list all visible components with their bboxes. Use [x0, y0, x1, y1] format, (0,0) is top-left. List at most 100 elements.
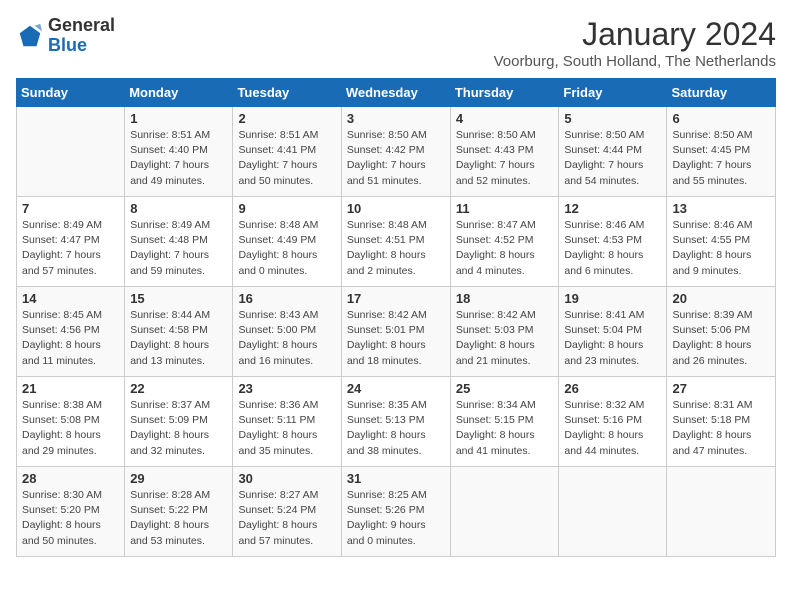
calendar-week-row: 1 Sunrise: 8:51 AMSunset: 4:40 PMDaylight… — [17, 107, 776, 197]
calendar-day-cell — [450, 467, 559, 557]
calendar-day-cell: 23 Sunrise: 8:36 AMSunset: 5:11 PMDayligh… — [233, 377, 341, 467]
weekday-header-cell: Wednesday — [341, 79, 450, 107]
calendar-day-cell: 19Sunrise: 8:41 AMSunset: 5:04 PMDayligh… — [559, 287, 667, 377]
day-info: Sunrise: 8:34 AMSunset: 5:15 PMDaylight:… — [456, 398, 554, 459]
day-info: Sunrise: 8:38 AMSunset: 5:08 PMDaylight:… — [22, 398, 119, 459]
logo-text: General Blue — [48, 16, 115, 56]
day-number: 5 — [564, 111, 661, 126]
day-number: 17 — [347, 291, 445, 306]
day-info: Sunrise: 8:35 AMSunset: 5:13 PMDaylight:… — [347, 398, 445, 459]
weekday-header-cell: Friday — [559, 79, 667, 107]
day-number: 15 — [130, 291, 227, 306]
calendar-table: SundayMondayTuesdayWednesdayThursdayFrid… — [16, 78, 776, 557]
day-number: 19 — [564, 291, 661, 306]
day-number: 28 — [22, 471, 119, 486]
day-number: 18 — [456, 291, 554, 306]
day-info: Sunrise: 8:46 AMSunset: 4:53 PMDaylight:… — [564, 218, 661, 279]
calendar-day-cell: 8 Sunrise: 8:49 AMSunset: 4:48 PMDaylight… — [125, 197, 233, 287]
calendar-day-cell: 31 Sunrise: 8:25 AMSunset: 5:26 PMDayligh… — [341, 467, 450, 557]
day-info: Sunrise: 8:36 AMSunset: 5:11 PMDaylight:… — [238, 398, 335, 459]
day-info: Sunrise: 8:46 AMSunset: 4:55 PMDaylight:… — [672, 218, 770, 279]
calendar-day-cell: 11 Sunrise: 8:47 AMSunset: 4:52 PMDayligh… — [450, 197, 559, 287]
day-info: Sunrise: 8:27 AMSunset: 5:24 PMDaylight:… — [238, 488, 335, 549]
day-number: 6 — [672, 111, 770, 126]
calendar-day-cell: 2Sunrise: 8:51 AMSunset: 4:41 PMDaylight… — [233, 107, 341, 197]
calendar-day-cell: 30 Sunrise: 8:27 AMSunset: 5:24 PMDayligh… — [233, 467, 341, 557]
day-info: Sunrise: 8:47 AMSunset: 4:52 PMDaylight:… — [456, 218, 554, 279]
calendar-day-cell: 20 Sunrise: 8:39 AMSunset: 5:06 PMDayligh… — [667, 287, 776, 377]
calendar-subtitle: Voorburg, South Holland, The Netherlands — [494, 53, 776, 70]
day-info: Sunrise: 8:48 AMSunset: 4:51 PMDaylight:… — [347, 218, 445, 279]
day-number: 27 — [672, 381, 770, 396]
weekday-header-cell: Sunday — [17, 79, 125, 107]
day-info: Sunrise: 8:42 AMSunset: 5:01 PMDaylight:… — [347, 308, 445, 369]
day-number: 31 — [347, 471, 445, 486]
day-info: Sunrise: 8:39 AMSunset: 5:06 PMDaylight:… — [672, 308, 770, 369]
calendar-day-cell — [667, 467, 776, 557]
day-number: 26 — [564, 381, 661, 396]
day-info: Sunrise: 8:31 AMSunset: 5:18 PMDaylight:… — [672, 398, 770, 459]
calendar-day-cell: 14 Sunrise: 8:45 AMSunset: 4:56 PMDayligh… — [17, 287, 125, 377]
day-info: Sunrise: 8:44 AMSunset: 4:58 PMDaylight:… — [130, 308, 227, 369]
day-info: Sunrise: 8:48 AMSunset: 4:49 PMDaylight:… — [238, 218, 335, 279]
calendar-day-cell: 1 Sunrise: 8:51 AMSunset: 4:40 PMDaylight… — [125, 107, 233, 197]
day-number: 10 — [347, 201, 445, 216]
calendar-day-cell: 28 Sunrise: 8:30 AMSunset: 5:20 PMDayligh… — [17, 467, 125, 557]
day-number: 24 — [347, 381, 445, 396]
weekday-header-cell: Monday — [125, 79, 233, 107]
day-number: 16 — [238, 291, 335, 306]
calendar-day-cell: 29Sunrise: 8:28 AMSunset: 5:22 PMDayligh… — [125, 467, 233, 557]
calendar-week-row: 14 Sunrise: 8:45 AMSunset: 4:56 PMDayligh… — [17, 287, 776, 377]
day-number: 9 — [238, 201, 335, 216]
day-info: Sunrise: 8:50 AMSunset: 4:43 PMDaylight:… — [456, 128, 554, 189]
day-info: Sunrise: 8:25 AMSunset: 5:26 PMDaylight:… — [347, 488, 445, 549]
day-info: Sunrise: 8:49 AMSunset: 4:48 PMDaylight:… — [130, 218, 227, 279]
day-info: Sunrise: 8:51 AMSunset: 4:40 PMDaylight:… — [130, 128, 227, 189]
calendar-day-cell: 18Sunrise: 8:42 AMSunset: 5:03 PMDayligh… — [450, 287, 559, 377]
weekday-header-cell: Saturday — [667, 79, 776, 107]
title-block: January 2024 Voorburg, South Holland, Th… — [494, 16, 776, 70]
day-info: Sunrise: 8:45 AMSunset: 4:56 PMDaylight:… — [22, 308, 119, 369]
day-number: 11 — [456, 201, 554, 216]
day-info: Sunrise: 8:50 AMSunset: 4:45 PMDaylight:… — [672, 128, 770, 189]
day-number: 12 — [564, 201, 661, 216]
calendar-title: January 2024 — [494, 16, 776, 53]
day-number: 7 — [22, 201, 119, 216]
day-info: Sunrise: 8:30 AMSunset: 5:20 PMDaylight:… — [22, 488, 119, 549]
day-number: 21 — [22, 381, 119, 396]
calendar-day-cell: 22 Sunrise: 8:37 AMSunset: 5:09 PMDayligh… — [125, 377, 233, 467]
calendar-day-cell: 6 Sunrise: 8:50 AMSunset: 4:45 PMDaylight… — [667, 107, 776, 197]
day-number: 8 — [130, 201, 227, 216]
day-info: Sunrise: 8:50 AMSunset: 4:44 PMDaylight:… — [564, 128, 661, 189]
calendar-day-cell: 16 Sunrise: 8:43 AMSunset: 5:00 PMDayligh… — [233, 287, 341, 377]
calendar-day-cell: 15 Sunrise: 8:44 AMSunset: 4:58 PMDayligh… — [125, 287, 233, 377]
day-number: 2 — [238, 111, 335, 126]
calendar-day-cell: 7Sunrise: 8:49 AMSunset: 4:47 PMDaylight… — [17, 197, 125, 287]
weekday-header-cell: Thursday — [450, 79, 559, 107]
calendar-day-cell: 24 Sunrise: 8:35 AMSunset: 5:13 PMDayligh… — [341, 377, 450, 467]
calendar-day-cell — [17, 107, 125, 197]
day-number: 3 — [347, 111, 445, 126]
day-number: 20 — [672, 291, 770, 306]
calendar-day-cell: 13 Sunrise: 8:46 AMSunset: 4:55 PMDayligh… — [667, 197, 776, 287]
logo: General Blue — [16, 16, 115, 56]
calendar-week-row: 7Sunrise: 8:49 AMSunset: 4:47 PMDaylight… — [17, 197, 776, 287]
day-number: 29 — [130, 471, 227, 486]
weekday-header-cell: Tuesday — [233, 79, 341, 107]
calendar-week-row: 21 Sunrise: 8:38 AMSunset: 5:08 PMDayligh… — [17, 377, 776, 467]
day-number: 30 — [238, 471, 335, 486]
logo-icon — [16, 22, 44, 50]
day-info: Sunrise: 8:43 AMSunset: 5:00 PMDaylight:… — [238, 308, 335, 369]
day-info: Sunrise: 8:50 AMSunset: 4:42 PMDaylight:… — [347, 128, 445, 189]
page-header: General Blue January 2024 Voorburg, Sout… — [16, 16, 776, 70]
day-number: 23 — [238, 381, 335, 396]
calendar-day-cell: 27 Sunrise: 8:31 AMSunset: 5:18 PMDayligh… — [667, 377, 776, 467]
day-number: 1 — [130, 111, 227, 126]
day-number: 22 — [130, 381, 227, 396]
day-number: 14 — [22, 291, 119, 306]
day-number: 25 — [456, 381, 554, 396]
calendar-day-cell: 10 Sunrise: 8:48 AMSunset: 4:51 PMDayligh… — [341, 197, 450, 287]
day-info: Sunrise: 8:37 AMSunset: 5:09 PMDaylight:… — [130, 398, 227, 459]
day-number: 13 — [672, 201, 770, 216]
calendar-day-cell: 17 Sunrise: 8:42 AMSunset: 5:01 PMDayligh… — [341, 287, 450, 377]
